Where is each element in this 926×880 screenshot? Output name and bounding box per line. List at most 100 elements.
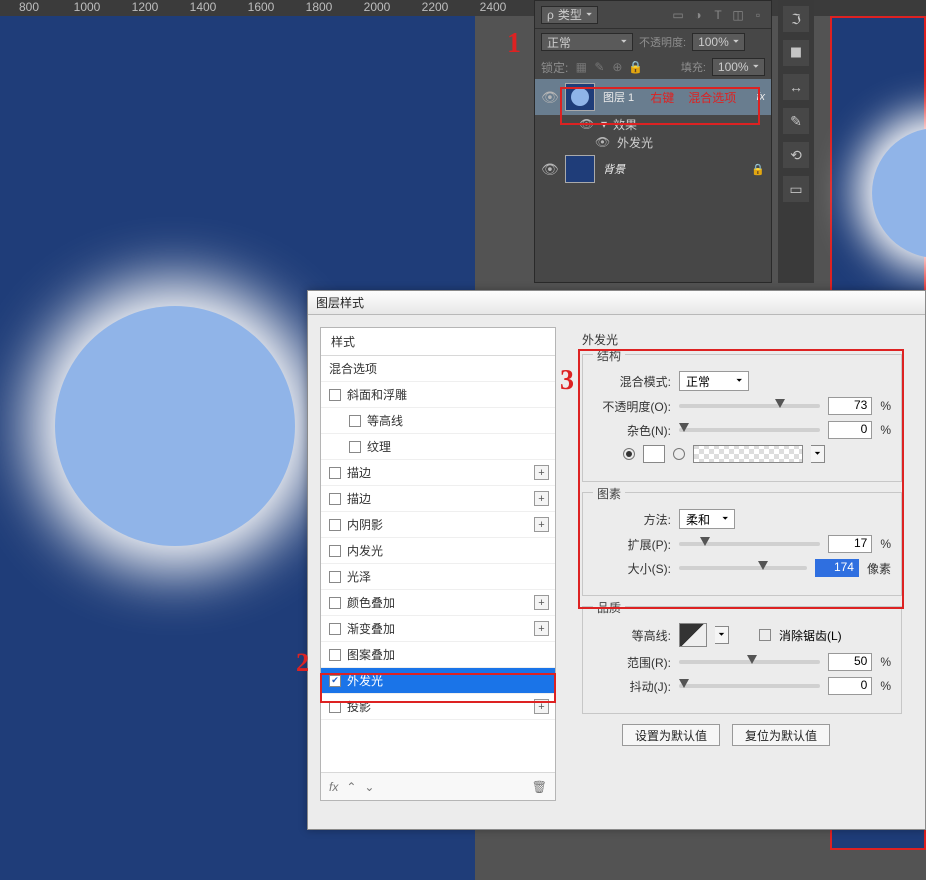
glow-color-swatch[interactable]	[643, 445, 665, 463]
chevron-down-icon: ⏷	[586, 10, 592, 20]
contour-label: 等高线:	[593, 627, 671, 644]
style-satin[interactable]: 光泽	[321, 564, 555, 590]
style-drop-shadow[interactable]: 投影+	[321, 694, 555, 720]
lock-all-icon[interactable]: 🔒	[628, 60, 642, 74]
tool-button[interactable]: ↔	[783, 74, 809, 100]
style-blending-options[interactable]: 混合选项	[321, 356, 555, 382]
technique-select[interactable]: 柔和⏷	[679, 509, 735, 529]
lock-position-icon[interactable]: ⊕	[610, 60, 624, 74]
noise-input[interactable]: 0	[828, 421, 872, 439]
spread-input[interactable]: 17	[828, 535, 872, 553]
color-radio[interactable]	[623, 448, 635, 460]
range-input[interactable]: 50	[828, 653, 872, 671]
fill-label: 填充:	[681, 59, 706, 75]
filter-pixel-icon[interactable]: ▭	[671, 8, 685, 22]
plus-icon[interactable]: +	[534, 621, 549, 636]
dialog-title-bar[interactable]: 图层样式	[308, 291, 925, 315]
style-stroke[interactable]: 描边+	[321, 460, 555, 486]
tool-button[interactable]: ✎	[783, 108, 809, 134]
tool-button[interactable]: ⯀	[783, 40, 809, 66]
layer-thumbnail[interactable]	[565, 155, 595, 183]
group-elements: 图素 方法: 柔和⏷ 扩展(P): 17 % 大小(S): 174 像素	[582, 492, 902, 596]
outer-glow-settings: 外发光 结构 混合模式: 正常⏷ 不透明度(O): 73 % 杂色(N): 0	[572, 327, 912, 801]
style-contour[interactable]: 等高线	[321, 408, 555, 434]
layer-name-label[interactable]: 背景	[603, 161, 625, 177]
range-slider[interactable]	[679, 660, 820, 664]
filter-smart-icon[interactable]: ▫	[751, 8, 765, 22]
arrow-down-icon[interactable]: ⌄	[364, 780, 374, 794]
fill-value-dropdown[interactable]: 100%⏷	[712, 58, 765, 76]
jitter-slider[interactable]	[679, 684, 820, 688]
arrow-up-icon[interactable]: ⌃	[346, 780, 356, 794]
annotation-red-box-1	[560, 87, 760, 125]
effect-outer-glow-row[interactable]: 👁外发光	[535, 133, 771, 151]
style-pattern-overlay[interactable]: 图案叠加	[321, 642, 555, 668]
blend-mode-select[interactable]: 正常⏷	[679, 371, 749, 391]
chevron-down-icon[interactable]: ⏷	[715, 626, 729, 644]
visibility-eye-icon[interactable]: 👁	[595, 135, 611, 149]
range-label: 范围(R):	[593, 654, 671, 671]
plus-icon[interactable]: +	[534, 699, 549, 714]
noise-slider[interactable]	[679, 428, 820, 432]
opacity-slider[interactable]	[679, 404, 820, 408]
spread-slider[interactable]	[679, 542, 820, 546]
style-bevel-emboss[interactable]: 斜面和浮雕	[321, 382, 555, 408]
antialias-label: 消除锯齿(L)	[779, 627, 842, 644]
filter-shape-icon[interactable]: ◫	[731, 8, 745, 22]
jitter-label: 抖动(J):	[593, 678, 671, 695]
fx-icon[interactable]: fx	[329, 780, 338, 794]
style-texture[interactable]: 纹理	[321, 434, 555, 460]
layer-filter-icons: ▭ ◑ T ◫ ▫	[671, 8, 765, 22]
style-stroke[interactable]: 描边+	[321, 486, 555, 512]
lock-pixels-icon[interactable]: ✎	[592, 60, 606, 74]
chevron-down-icon: ⏷	[621, 37, 627, 47]
layers-panel: ρ 类型 ⏷ ▭ ◑ T ◫ ▫ 正常⏷ 不透明度: 100%⏷ 锁定: ▦ ✎…	[534, 0, 772, 283]
gradient-radio[interactable]	[673, 448, 685, 460]
group-legend: 品质	[593, 599, 625, 616]
opacity-value-dropdown[interactable]: 100%⏷	[692, 33, 745, 51]
visibility-eye-icon[interactable]: 👁	[541, 161, 557, 178]
tool-button[interactable]: ℑ	[783, 6, 809, 32]
opacity-input[interactable]: 73	[828, 397, 872, 415]
reset-default-button[interactable]: 复位为默认值	[732, 724, 830, 746]
visibility-eye-icon[interactable]: 👁	[541, 89, 557, 106]
lock-label: 锁定:	[541, 59, 568, 76]
blend-mode-dropdown[interactable]: 正常⏷	[541, 33, 633, 51]
chevron-down-icon[interactable]: ⏷	[811, 445, 825, 463]
style-gradient-overlay[interactable]: 渐变叠加+	[321, 616, 555, 642]
lock-icon: 🔒	[751, 163, 765, 176]
jitter-input[interactable]: 0	[828, 677, 872, 695]
contour-swatch[interactable]	[679, 623, 707, 647]
tool-button[interactable]: ▭	[783, 176, 809, 202]
layer-row-background[interactable]: 👁 背景 🔒	[535, 151, 771, 187]
group-quality: 品质 等高线: ⏷ 消除锯齿(L) 范围(R): 50 % 抖动(J):	[582, 606, 902, 714]
antialias-checkbox[interactable]	[759, 629, 771, 641]
opacity-label: 不透明度:	[639, 34, 686, 50]
technique-label: 方法:	[593, 511, 671, 528]
plus-icon[interactable]: +	[534, 595, 549, 610]
layer-kind-dropdown[interactable]: ρ 类型 ⏷	[541, 6, 598, 24]
lock-transparency-icon[interactable]: ▦	[574, 60, 588, 74]
set-default-button[interactable]: 设置为默认值	[622, 724, 720, 746]
layer-style-dialog: 图层样式 样式 混合选项 斜面和浮雕 等高线 纹理 描边+ 描边+ 内阴影+ 内…	[307, 290, 926, 830]
spread-label: 扩展(P):	[593, 536, 671, 553]
style-inner-shadow[interactable]: 内阴影+	[321, 512, 555, 538]
size-input[interactable]: 174	[815, 559, 859, 577]
style-color-overlay[interactable]: 颜色叠加+	[321, 590, 555, 616]
trash-icon[interactable]: 🗑	[532, 780, 547, 794]
checkbox[interactable]	[329, 389, 341, 401]
styles-footer: fx ⌃ ⌄ 🗑	[321, 772, 555, 800]
tool-button[interactable]: ⟲	[783, 142, 809, 168]
size-slider[interactable]	[679, 566, 807, 570]
plus-icon[interactable]: +	[534, 465, 549, 480]
style-outer-glow[interactable]: ✔外发光	[321, 668, 555, 694]
plus-icon[interactable]: +	[534, 517, 549, 532]
style-inner-glow[interactable]: 内发光	[321, 538, 555, 564]
glow-gradient-swatch[interactable]	[693, 445, 803, 463]
filter-adjust-icon[interactable]: ◑	[691, 8, 705, 22]
filter-type-icon[interactable]: T	[711, 8, 725, 22]
annotation-number-1: 1	[507, 28, 521, 60]
styles-list: 样式 混合选项 斜面和浮雕 等高线 纹理 描边+ 描边+ 内阴影+ 内发光 光泽…	[320, 327, 556, 801]
plus-icon[interactable]: +	[534, 491, 549, 506]
styles-header: 样式	[321, 328, 555, 356]
